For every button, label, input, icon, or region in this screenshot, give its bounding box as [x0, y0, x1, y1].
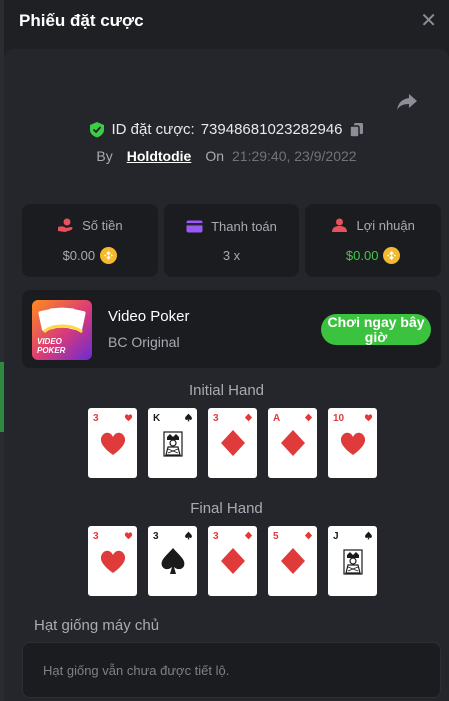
playing-card: 5 — [268, 526, 317, 596]
bet-details-card — [4, 49, 449, 701]
stat-label: Lợi nhuận — [356, 217, 415, 233]
playing-card: K — [148, 408, 197, 478]
spades-suit-icon — [161, 548, 185, 574]
spades-suit-icon — [365, 531, 372, 540]
playing-card: J — [328, 526, 377, 596]
game-provider: BC Original — [108, 334, 180, 350]
server-seed-message: Hạt giống vẫn chưa được tiết lộ. — [43, 662, 230, 678]
stat-value: $0.00 — [345, 247, 379, 263]
share-icon[interactable] — [396, 93, 418, 111]
final-hand-title: Final Hand — [190, 500, 263, 517]
stat-bet-amount: Số tiền $0.00 — [22, 204, 158, 277]
hearts-suit-icon — [100, 432, 126, 455]
spades-suit-icon — [185, 413, 192, 422]
bet-id-row: ID đặt cược: 73948681023282946 — [4, 121, 449, 138]
copy-icon[interactable] — [348, 122, 364, 138]
diamonds-suit-icon — [281, 548, 305, 574]
stat-value: $0.00 — [62, 247, 96, 263]
game-thumbnail[interactable]: VIDEO POKER — [32, 300, 92, 360]
verified-shield-icon — [90, 122, 105, 138]
final-hand-cards: 3 3 3 5 J — [88, 526, 377, 596]
stat-payout: Thanh toán 3 x — [163, 204, 300, 277]
face-card-icon — [343, 549, 363, 575]
profit-icon — [332, 218, 348, 232]
diamonds-suit-icon — [221, 430, 245, 456]
playing-card: 3 — [208, 526, 257, 596]
playing-card: 3 — [88, 526, 137, 596]
hearts-suit-icon — [124, 532, 133, 540]
hearts-suit-icon — [340, 432, 366, 455]
card-rank: 3 — [93, 413, 99, 424]
play-now-label-2: giờ — [364, 329, 388, 345]
diamonds-suit-icon — [221, 548, 245, 574]
diamonds-suit-icon — [244, 531, 253, 540]
diamonds-suit-icon — [281, 430, 305, 456]
hearts-suit-icon — [100, 550, 126, 573]
play-now-label-1: Chơi ngay bây — [327, 314, 425, 330]
by-label: By — [96, 148, 113, 164]
card-rank: 3 — [213, 413, 219, 424]
card-rank: A — [273, 413, 281, 424]
card-rank: 10 — [333, 413, 345, 424]
face-card-icon — [163, 431, 183, 457]
diamonds-suit-icon — [304, 413, 313, 422]
bet-amount-icon — [58, 218, 73, 232]
hearts-suit-icon — [124, 414, 133, 422]
thumb-label-video: VIDEO — [37, 337, 62, 346]
playing-card: 3 — [148, 526, 197, 596]
card-rank: 3 — [93, 531, 99, 542]
dialog-title: Phiếu đặt cược — [19, 11, 144, 30]
initial-hand-title: Initial Hand — [188, 382, 265, 399]
card-rank: 3 — [153, 531, 159, 542]
bnb-coin-icon — [100, 246, 118, 264]
bet-id-label: ID đặt cược: — [111, 121, 195, 138]
spades-suit-icon — [185, 531, 192, 540]
card-rank: J — [333, 531, 339, 542]
stat-label: Thanh toán — [211, 218, 277, 234]
game-info-card: VIDEO POKER Video Poker BC Original Chơi … — [22, 290, 441, 368]
bet-timestamp: 21:29:40, 23/9/2022 — [232, 148, 357, 164]
stat-profit: Lợi nhuận $0.00 — [305, 204, 442, 277]
stat-label: Số tiền — [82, 217, 123, 233]
card-rank: K — [153, 413, 161, 424]
playing-card: 3 — [208, 408, 257, 478]
username-link[interactable]: Holdtodie — [121, 148, 198, 164]
on-label: On — [205, 148, 224, 164]
playing-card: 3 — [88, 408, 137, 478]
stats-row: Số tiền $0.00 Thanh toán 3 x Lợi nhuận $… — [22, 204, 442, 277]
card-rank: 5 — [273, 531, 279, 542]
card-rank: 3 — [213, 531, 219, 542]
diamonds-suit-icon — [304, 531, 313, 540]
game-name: Video Poker — [108, 308, 190, 325]
diamonds-suit-icon — [244, 413, 253, 422]
dialog-header: Phiếu đặt cược ✕ — [4, 0, 449, 42]
initial-hand-cards: 3 K 3 A 10 — [88, 408, 377, 478]
bet-author-row: By Holdtodie On 21:29:40, 23/9/2022 — [4, 148, 449, 164]
bet-id-value: 73948681023282946 — [200, 121, 343, 138]
bet-slip-dialog: Phiếu đặt cược ✕ ID đặt cược: 7394868102… — [4, 0, 449, 701]
play-now-button[interactable]: Chơi ngay bây giờ — [321, 314, 431, 345]
hearts-suit-icon — [364, 414, 373, 422]
payout-card-icon — [186, 220, 203, 232]
stat-value: 3 x — [222, 247, 241, 263]
server-seed-title: Hạt giống máy chủ — [34, 617, 160, 634]
bnb-coin-icon — [383, 246, 401, 264]
playing-card: 10 — [328, 408, 377, 478]
server-seed-box: Hạt giống vẫn chưa được tiết lộ. — [22, 642, 441, 698]
playing-card: A — [268, 408, 317, 478]
thumb-label-poker: POKER — [37, 346, 66, 355]
close-icon[interactable]: ✕ — [420, 11, 437, 31]
